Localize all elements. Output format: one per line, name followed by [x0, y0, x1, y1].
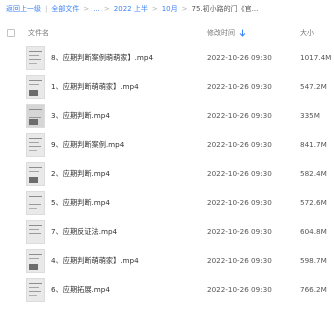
file-size: 766.2M [300, 285, 327, 294]
breadcrumb-separator: > [151, 5, 158, 13]
file-row[interactable]: 6、应期拓展.mp4 2022-10-26 09:30 766.2M [0, 276, 334, 304]
file-row[interactable]: 3、应期判断.mp4 2022-10-26 09:30 335M [0, 102, 334, 130]
breadcrumb-back-link[interactable]: 返回上一级 [6, 4, 41, 14]
file-row[interactable]: 5、应期判断.mp4 2022-10-26 09:30 572.6M [0, 189, 334, 217]
breadcrumb-separator: > [83, 5, 90, 13]
breadcrumb-ellipsis-link[interactable]: ... [93, 5, 100, 13]
breadcrumb-current-folder: 75.初小路的门《官... [191, 5, 259, 13]
file-size: 1017.4M [300, 53, 332, 62]
video-thumbnail-icon [26, 75, 45, 99]
file-row[interactable]: 2、应期判断.mp4 2022-10-26 09:30 582.4M [0, 160, 334, 188]
file-row[interactable]: 4、应期判断萌萌家】.mp4 2022-10-26 09:30 598.7M [0, 247, 334, 275]
breadcrumb-separator: > [103, 5, 110, 13]
video-thumbnail-icon [26, 104, 45, 128]
file-modified-time: 2022-10-26 09:30 [207, 227, 272, 236]
file-size: 547.2M [300, 82, 327, 91]
file-name[interactable]: 3、应期判断.mp4 [51, 111, 110, 121]
select-all-checkbox[interactable] [7, 29, 15, 37]
video-thumbnail-icon [26, 162, 45, 186]
file-modified-time: 2022-10-26 09:30 [207, 285, 272, 294]
file-modified-time: 2022-10-26 09:30 [207, 82, 272, 91]
video-thumbnail-icon [26, 249, 45, 273]
video-thumbnail-icon [26, 191, 45, 215]
file-size: 604.8M [300, 227, 327, 236]
breadcrumb-separator: | [45, 5, 48, 13]
file-size: 841.7M [300, 140, 327, 149]
file-name[interactable]: 1、应期判断萌萌家】.mp4 [51, 82, 139, 92]
file-size: 598.7M [300, 256, 327, 265]
file-name[interactable]: 6、应期拓展.mp4 [51, 285, 110, 295]
file-size: 572.6M [300, 198, 327, 207]
video-thumbnail-icon [26, 133, 45, 157]
file-row[interactable]: 1、应期判断萌萌家】.mp4 2022-10-26 09:30 547.2M [0, 73, 334, 101]
video-thumbnail-icon [26, 278, 45, 302]
breadcrumb-all-files-link[interactable]: 全部文件 [51, 4, 79, 14]
file-row[interactable]: 8、应期判断案例萌萌家】.mp4 2022-10-26 09:30 1017.4… [0, 44, 334, 72]
file-name[interactable]: 2、应期判断.mp4 [51, 169, 110, 179]
file-modified-time: 2022-10-26 09:30 [207, 111, 272, 120]
column-header-name[interactable]: 文件名 [28, 28, 49, 38]
breadcrumb-folder-october-link[interactable]: 10月 [162, 4, 178, 14]
file-modified-time: 2022-10-26 09:30 [207, 140, 272, 149]
breadcrumb-folder-2022-link[interactable]: 2022 上半 [114, 4, 148, 14]
file-row[interactable]: 9、应期判断案例.mp4 2022-10-26 09:30 841.7M [0, 131, 334, 159]
file-modified-time: 2022-10-26 09:30 [207, 198, 272, 207]
arrow-down-icon[interactable] [239, 29, 246, 37]
breadcrumb-separator: > [181, 5, 188, 13]
file-modified-time: 2022-10-26 09:30 [207, 256, 272, 265]
video-thumbnail-icon [26, 46, 45, 70]
file-size: 335M [300, 111, 320, 120]
file-modified-time: 2022-10-26 09:30 [207, 169, 272, 178]
file-table-header: 文件名 修改时间 大小 [0, 26, 334, 40]
file-size: 582.4M [300, 169, 327, 178]
column-header-modified-time[interactable]: 修改时间 [207, 28, 235, 38]
file-name[interactable]: 9、应期判断案例.mp4 [51, 140, 124, 150]
file-name[interactable]: 8、应期判断案例萌萌家】.mp4 [51, 53, 153, 63]
file-name[interactable]: 4、应期判断萌萌家】.mp4 [51, 256, 139, 266]
file-name[interactable]: 7、应期反证法.mp4 [51, 227, 117, 237]
video-thumbnail-icon [26, 220, 45, 244]
file-modified-time: 2022-10-26 09:30 [207, 53, 272, 62]
breadcrumb: 返回上一级 | 全部文件 > ... > 2022 上半 > 10月 > 75.… [6, 3, 258, 15]
file-name[interactable]: 5、应期判断.mp4 [51, 198, 110, 208]
column-header-size[interactable]: 大小 [300, 28, 314, 38]
file-row[interactable]: 7、应期反证法.mp4 2022-10-26 09:30 604.8M [0, 218, 334, 246]
